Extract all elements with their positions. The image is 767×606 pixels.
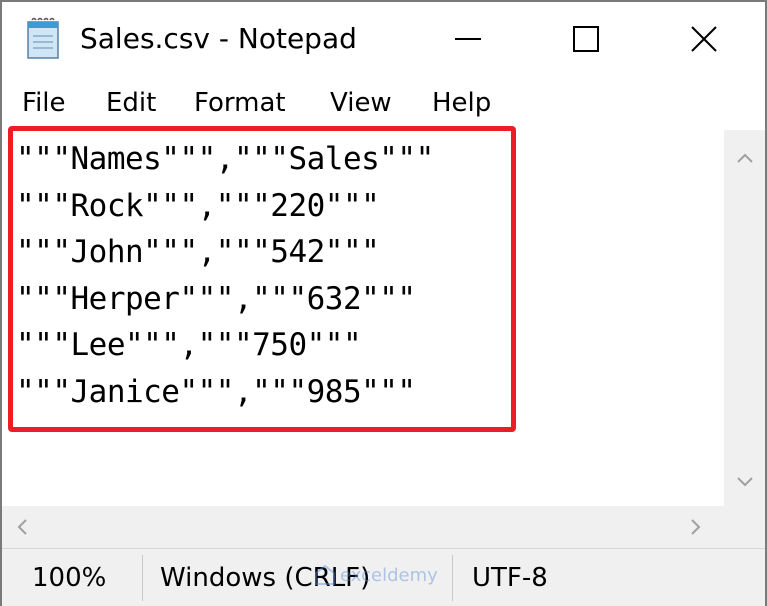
encoding: UTF-8: [472, 563, 548, 593]
scroll-up-icon[interactable]: [736, 152, 754, 164]
notepad-window: Sales.csv - Notepad File Edit Format Vie…: [0, 0, 767, 606]
menu-edit[interactable]: Edit: [106, 88, 156, 118]
text-line: """Names""","""Sales""": [16, 141, 434, 177]
vertical-scrollbar[interactable]: [724, 130, 765, 506]
text-line: """Janice""","""985""": [16, 373, 416, 410]
window-title: Sales.csv - Notepad: [80, 22, 357, 55]
text-line: """John""","""542""": [16, 234, 380, 270]
scroll-right-icon[interactable]: [690, 518, 702, 536]
menu-bar: File Edit Format View Help: [2, 82, 765, 128]
close-icon: [691, 26, 717, 52]
maximize-icon: [573, 26, 599, 52]
status-divider: [142, 555, 143, 601]
scroll-down-icon[interactable]: [736, 476, 754, 488]
minimize-icon: [455, 38, 481, 40]
line-ending: Windows (CRLF): [160, 563, 371, 593]
zoom-level: 100%: [32, 563, 107, 593]
maximize-button[interactable]: [550, 14, 622, 64]
text-line: """Rock""","""220""": [16, 187, 380, 224]
title-bar[interactable]: Sales.csv - Notepad: [2, 2, 765, 80]
editor-lines: """Names""","""Sales""" """Rock""","""22…: [16, 136, 434, 415]
menu-format[interactable]: Format: [194, 88, 286, 118]
text-line: """Herper""","""632""": [16, 280, 416, 317]
status-divider: [452, 555, 453, 601]
close-button[interactable]: [668, 14, 740, 64]
notepad-icon: [27, 17, 59, 59]
menu-help[interactable]: Help: [432, 88, 491, 118]
menu-view[interactable]: View: [330, 88, 392, 118]
text-line: """Lee""","""750""": [16, 327, 362, 363]
scrollbar-corner: [724, 506, 765, 548]
text-editor[interactable]: """Names""","""Sales""" """Rock""","""22…: [2, 130, 724, 506]
status-bar: 100% Windows (CRLF) UTF-8: [2, 548, 765, 606]
horizontal-scrollbar[interactable]: [2, 506, 724, 548]
minimize-button[interactable]: [432, 14, 504, 64]
menu-file[interactable]: File: [22, 88, 66, 118]
scroll-left-icon[interactable]: [16, 518, 28, 536]
